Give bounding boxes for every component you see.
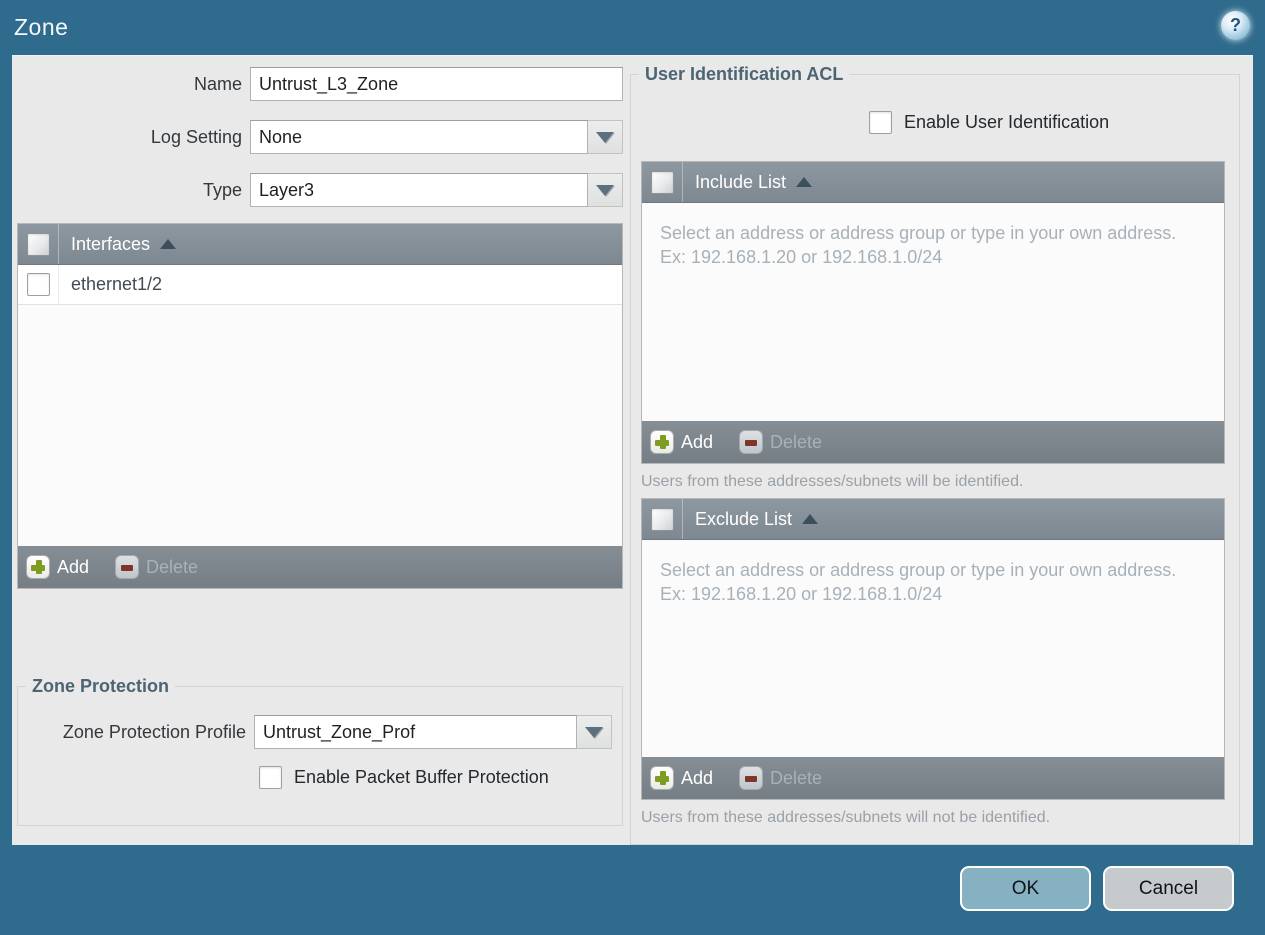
include-list-footer: Add Delete [642, 421, 1224, 463]
chevron-down-icon [596, 184, 614, 196]
log-setting-value[interactable]: None [250, 120, 588, 154]
select-all-checkbox[interactable] [26, 232, 50, 256]
user-identification-acl-fieldset: User Identification ACL Enable User Iden… [630, 64, 1240, 845]
add-button[interactable]: Add [650, 430, 713, 454]
type-value[interactable]: Layer3 [250, 173, 588, 207]
log-setting-row: Log Setting None [17, 120, 623, 154]
table-row[interactable]: ethernet1/2 [18, 265, 622, 305]
log-setting-label: Log Setting [150, 126, 242, 147]
include-list-body[interactable]: Select an address or address group or ty… [642, 203, 1224, 421]
interfaces-table: Interfaces ethernet1/2 Add Delete [17, 223, 623, 589]
select-all-checkbox[interactable] [650, 507, 674, 531]
user-identification-acl-legend: User Identification ACL [645, 64, 844, 84]
include-list-table: Include List Select an address or addres… [641, 161, 1225, 464]
add-plus-icon [26, 555, 50, 579]
chevron-down-icon [596, 131, 614, 143]
interfaces-table-footer: Add Delete [18, 546, 622, 588]
type-dropdown-button[interactable] [588, 173, 623, 207]
exclude-list-placeholder: Select an address or address group or ty… [660, 560, 1177, 605]
delete-minus-icon [115, 555, 140, 579]
sort-ascending-icon [160, 239, 177, 249]
interfaces-header-checkbox-cell [18, 224, 59, 264]
sort-ascending-icon [802, 514, 819, 524]
chevron-down-icon [585, 726, 603, 738]
enable-user-identification-label: Enable User Identification [904, 112, 1110, 132]
zone-protection-fieldset: Zone Protection Zone Protection Profile … [17, 676, 623, 826]
exclude-list-caption: Users from these addresses/subnets will … [641, 809, 1051, 826]
packet-buffer-checkbox[interactable] [259, 766, 282, 789]
add-button[interactable]: Add [650, 766, 713, 790]
log-setting-dropdown-button[interactable] [588, 120, 623, 154]
type-row: Type Layer3 [17, 173, 623, 207]
help-icon-glyph: ? [1230, 15, 1241, 35]
ok-button[interactable]: OK [960, 866, 1091, 911]
include-list-placeholder: Select an address or address group or ty… [660, 223, 1177, 268]
exclude-list-body[interactable]: Select an address or address group or ty… [642, 540, 1224, 757]
sort-ascending-icon [796, 177, 813, 187]
row-checkbox[interactable] [26, 273, 50, 296]
type-label: Type [202, 179, 242, 200]
delete-button[interactable]: Delete [739, 430, 822, 454]
exclude-list-column-header[interactable]: Exclude List [695, 509, 819, 530]
zone-protection-profile-row: Zone Protection Profile Untrust_Zone_Pro… [18, 715, 612, 749]
name-label: Name [193, 73, 242, 94]
packet-buffer-row: Enable Packet Buffer Protection [259, 766, 622, 789]
name-input[interactable] [250, 67, 623, 101]
cancel-button[interactable]: Cancel [1103, 866, 1234, 911]
zone-protection-profile-dropdown[interactable]: Untrust_Zone_Prof [254, 715, 612, 749]
select-all-checkbox[interactable] [650, 170, 674, 194]
dialog-title: Zone [14, 14, 69, 40]
delete-button[interactable]: Delete [115, 555, 198, 579]
enable-user-identification-checkbox[interactable] [869, 111, 892, 134]
type-dropdown[interactable]: Layer3 [250, 173, 623, 207]
exclude-header-checkbox-cell [642, 499, 683, 539]
dialog-content: Name Log Setting None Type Layer3 [12, 55, 1253, 845]
include-header-checkbox-cell [642, 162, 683, 202]
dialog-titlebar: Zone ? [0, 0, 1265, 55]
zone-protection-legend: Zone Protection [32, 676, 170, 696]
delete-button[interactable]: Delete [739, 766, 822, 790]
interface-name: ethernet1/2 [71, 274, 163, 294]
zone-protection-profile-label: Zone Protection Profile [62, 721, 246, 742]
interfaces-column-header[interactable]: Interfaces [71, 234, 177, 255]
delete-minus-icon [739, 430, 764, 454]
name-row: Name [17, 67, 623, 101]
include-list-column-header[interactable]: Include List [695, 172, 813, 193]
enable-user-identification-row: Enable User Identification [869, 111, 1239, 134]
exclude-list-table: Exclude List Select an address or addres… [641, 498, 1225, 800]
zone-form: Name Log Setting None Type Layer3 [17, 67, 623, 226]
interfaces-table-body [18, 305, 622, 546]
help-icon[interactable]: ? [1221, 11, 1250, 40]
log-setting-dropdown[interactable]: None [250, 120, 623, 154]
packet-buffer-label: Enable Packet Buffer Protection [294, 767, 549, 787]
add-plus-icon [650, 430, 674, 454]
include-list-caption: Users from these addresses/subnets will … [641, 473, 1024, 490]
row-checkbox-cell [18, 265, 59, 304]
delete-minus-icon [739, 766, 764, 790]
interfaces-table-header[interactable]: Interfaces [18, 224, 622, 265]
exclude-list-footer: Add Delete [642, 757, 1224, 799]
zone-protection-profile-value[interactable]: Untrust_Zone_Prof [254, 715, 577, 749]
zone-protection-profile-dropdown-button[interactable] [577, 715, 612, 749]
add-plus-icon [650, 766, 674, 790]
add-button[interactable]: Add [26, 555, 89, 579]
exclude-list-header[interactable]: Exclude List [642, 499, 1224, 540]
include-list-header[interactable]: Include List [642, 162, 1224, 203]
